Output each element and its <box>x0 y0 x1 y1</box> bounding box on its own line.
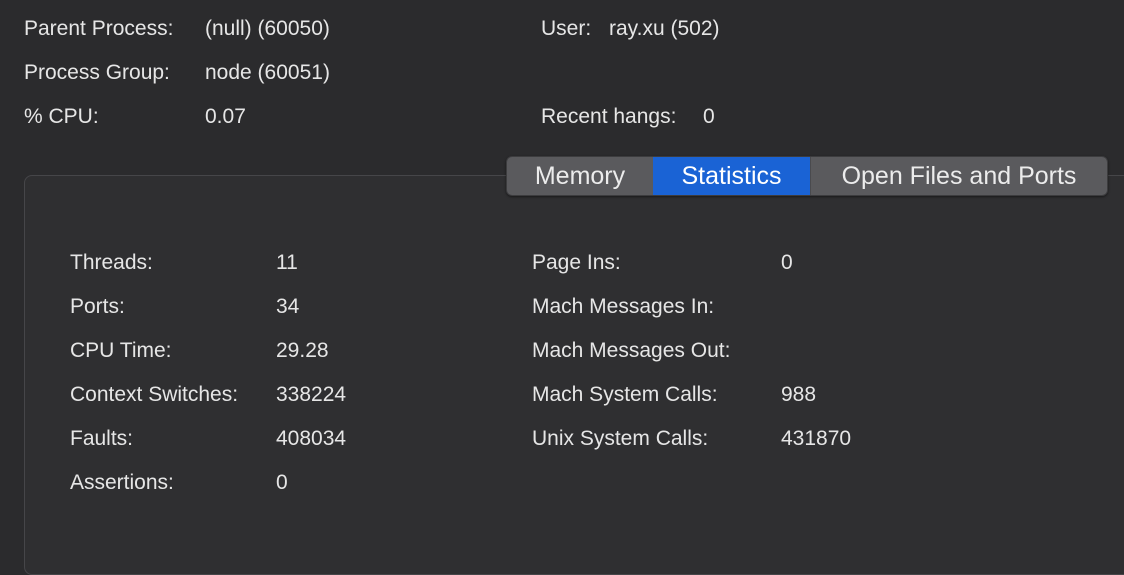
assertions-value: 0 <box>276 471 288 494</box>
parent-process-label: Parent Process: <box>24 17 174 40</box>
page-ins-label: Page Ins: <box>532 251 621 274</box>
mach-system-calls-label: Mach System Calls: <box>532 383 718 406</box>
faults-label: Faults: <box>70 427 134 450</box>
threads-value: 11 <box>276 251 298 274</box>
ports-label: Ports: <box>70 295 125 318</box>
threads-label: Threads: <box>70 251 153 274</box>
process-group-label: Process Group: <box>24 61 170 84</box>
tab-open-files-and-ports[interactable]: Open Files and Ports <box>810 157 1107 195</box>
tab-bar: Memory Statistics Open Files and Ports <box>506 156 1108 196</box>
unix-system-calls-label: Unix System Calls: <box>532 427 709 450</box>
context-switches-label: Context Switches: <box>70 383 239 406</box>
page-ins-value: 0 <box>781 251 793 274</box>
mach-messages-out-label: Mach Messages Out: <box>532 339 731 362</box>
recent-hangs-value: 0 <box>703 105 715 128</box>
tab-memory[interactable]: Memory <box>507 157 653 195</box>
context-switches-value: 338224 <box>276 383 347 406</box>
user-label: User: <box>541 17 592 40</box>
faults-value: 408034 <box>276 427 347 450</box>
assertions-label: Assertions: <box>70 471 174 494</box>
parent-process-value: (null) (60050) <box>205 17 330 40</box>
user-value: ray.xu (502) <box>609 17 720 40</box>
process-group-value: node (60051) <box>205 61 330 84</box>
mach-system-calls-value: 988 <box>781 383 817 406</box>
ports-value: 34 <box>276 295 300 318</box>
statistics-panel <box>24 175 1124 575</box>
tab-statistics[interactable]: Statistics <box>653 157 810 195</box>
cpu-value: 0.07 <box>205 105 246 128</box>
cpu-label: % CPU: <box>24 105 99 128</box>
unix-system-calls-value: 431870 <box>781 427 852 450</box>
mach-messages-in-label: Mach Messages In: <box>532 295 715 318</box>
cpu-time-value: 29.28 <box>276 339 329 362</box>
cpu-time-label: CPU Time: <box>70 339 172 362</box>
recent-hangs-label: Recent hangs: <box>541 105 677 128</box>
